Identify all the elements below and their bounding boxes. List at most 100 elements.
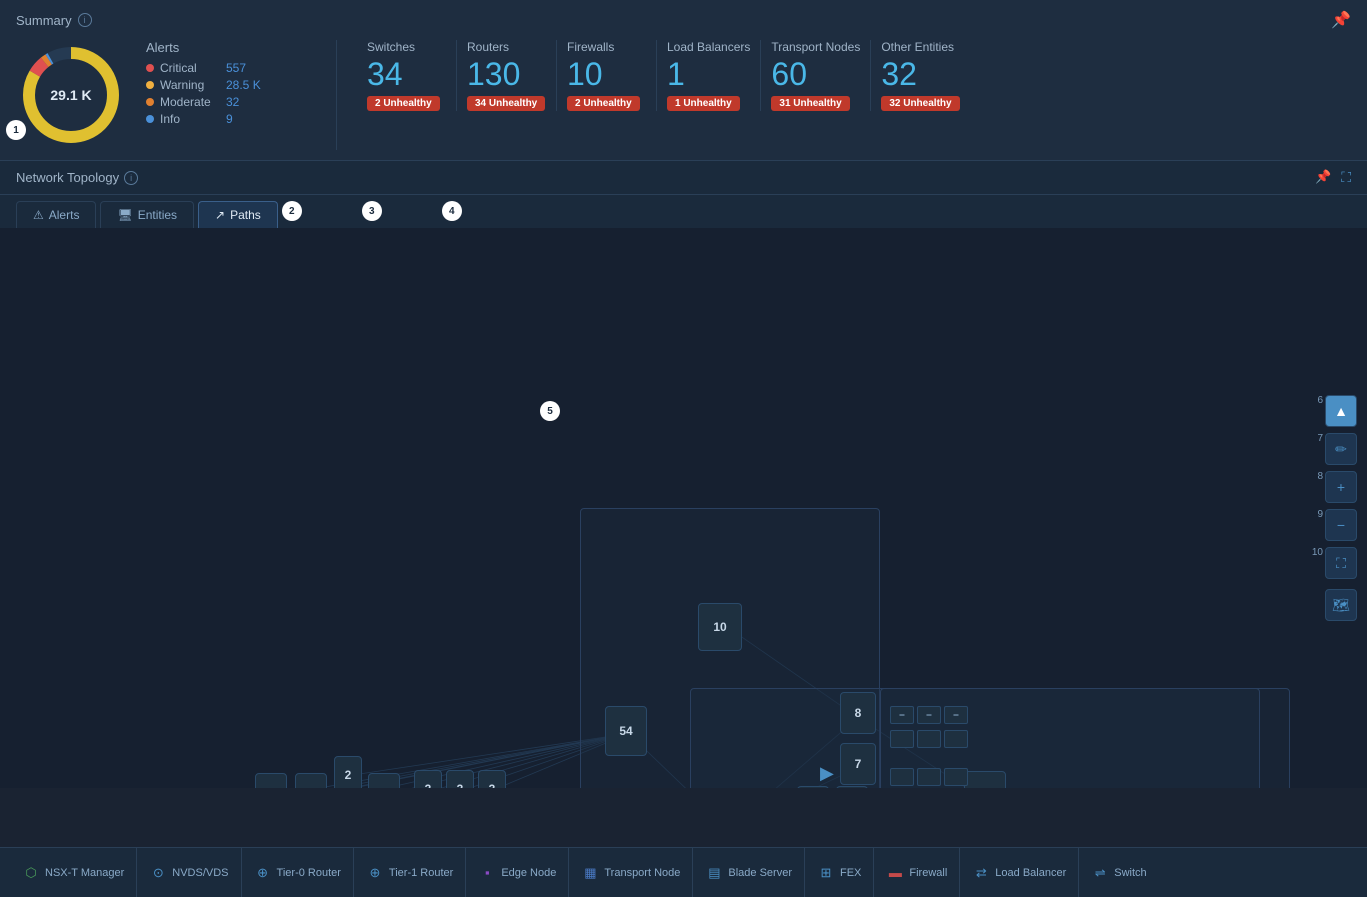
annotation-10: 10	[1307, 547, 1323, 558]
oe-badge: 32 Unhealthy	[881, 96, 959, 111]
toolbar-btn-triangle[interactable]: ▲	[1325, 395, 1357, 427]
switch-label: Switch	[1114, 867, 1146, 879]
warning-label: Warning	[160, 78, 220, 92]
tn-number: 60	[771, 58, 807, 90]
alert-moderate-row: Moderate 32	[146, 95, 286, 109]
warning-value: 28.5 K	[226, 78, 261, 92]
summary-header: Summary i 📌	[16, 10, 1351, 30]
legend-nsx-t[interactable]: ⬡ NSX-T Manager	[10, 848, 137, 897]
legend-bar: ⬡ NSX-T Manager ⊙ NVDS/VDS ⊕ Tier-0 Rout…	[0, 847, 1367, 897]
topology-info-icon[interactable]: i	[124, 171, 138, 185]
topology-header-icons: 📌 ⛶	[1315, 169, 1351, 186]
lb-number: 1	[667, 58, 685, 90]
routers-label: Routers	[467, 40, 509, 54]
node-7b[interactable]: 7	[368, 773, 400, 788]
stat-transport-nodes[interactable]: Transport Nodes 60 31 Unhealthy	[761, 40, 871, 111]
load-balancer-label: Load Balancer	[995, 867, 1066, 879]
alerts-tab-icon: ⚠	[33, 208, 44, 222]
toolbar-btn-add[interactable]: +	[1325, 471, 1357, 503]
node-54[interactable]: 54	[605, 706, 647, 756]
fex-icon: ⊞	[817, 864, 835, 882]
paths-tab-icon: ↗	[215, 208, 225, 222]
firewalls-number: 10	[567, 58, 603, 90]
edge-node-icon: ▪	[478, 864, 496, 882]
stat-other-entities[interactable]: Other Entities 32 32 Unhealthy	[871, 40, 971, 111]
nsx-t-label: NSX-T Manager	[45, 867, 124, 879]
annotation-1: 1	[6, 120, 26, 140]
legend-nvds[interactable]: ⊙ NVDS/VDS	[137, 848, 241, 897]
tab-paths[interactable]: ↗ Paths	[198, 201, 278, 228]
firewalls-label: Firewalls	[567, 40, 614, 54]
legend-tier1[interactable]: ⊕ Tier-1 Router	[354, 848, 466, 897]
annotation-3: 3	[362, 201, 382, 221]
summary-section: Summary i 📌 29.1 K 1 Alerts Critical 557	[0, 0, 1367, 161]
legend-transport-node[interactable]: ▦ Transport Node	[569, 848, 693, 897]
blade-server-icon: ▤	[705, 864, 723, 882]
legend-switch[interactable]: ⇌ Switch	[1079, 848, 1158, 897]
toolbar-btn-10-container: 10 ⛶	[1325, 547, 1357, 579]
node-7c[interactable]: 7	[840, 743, 876, 785]
tier1-icon: ⊕	[366, 864, 384, 882]
node-4b[interactable]: 4	[836, 786, 868, 788]
toolbar-btn-minus[interactable]: −	[1325, 509, 1357, 541]
switches-number: 34	[367, 58, 403, 90]
node-3a[interactable]: 3	[414, 770, 442, 788]
node-48[interactable]: 48	[964, 771, 1006, 788]
fex-label: FEX	[840, 867, 861, 879]
tn-badge: 31 Unhealthy	[771, 96, 849, 111]
summary-info-icon[interactable]: i	[78, 13, 92, 27]
topology-map[interactable]: 16 ═══ 11 ═══ 14 ═══ 4 7 2 7 3 3	[0, 228, 1367, 788]
tab-alerts[interactable]: ⚠ Alerts	[16, 201, 96, 228]
alerts-tab-label: Alerts	[49, 208, 80, 222]
lb-badge: 1 Unhealthy	[667, 96, 740, 111]
moderate-value: 32	[226, 95, 239, 109]
stat-switches[interactable]: Switches 34 2 Unhealthy	[357, 40, 457, 111]
stat-firewalls[interactable]: Firewalls 10 2 Unhealthy	[557, 40, 657, 111]
alerts-title: Alerts	[146, 40, 286, 55]
small-icons-row1: ═ ═ ═	[890, 706, 968, 724]
annotation-6: 6	[1307, 395, 1323, 406]
stat-routers[interactable]: Routers 130 34 Unhealthy	[457, 40, 557, 111]
legend-blade-server[interactable]: ▤ Blade Server	[693, 848, 805, 897]
legend-tier0[interactable]: ⊕ Tier-0 Router	[242, 848, 354, 897]
toolbar-btn-map[interactable]: 🗺	[1325, 589, 1357, 621]
node-3b[interactable]: 3	[446, 770, 474, 788]
node-2[interactable]: 2	[334, 756, 362, 788]
topology-title: Network Topology i	[16, 170, 138, 185]
node-4a[interactable]: 4	[255, 773, 287, 788]
moderate-dot	[146, 98, 154, 106]
toolbar-btn-fit[interactable]: ⛶	[1325, 547, 1357, 579]
tier1-label: Tier-1 Router	[389, 867, 453, 879]
stat-load-balancers[interactable]: Load Balancers 1 1 Unhealthy	[657, 40, 761, 111]
toolbar-btn-edit[interactable]: ✏	[1325, 433, 1357, 465]
node-3c[interactable]: 3	[478, 770, 506, 788]
expand-icon[interactable]: ⛶	[1341, 169, 1351, 186]
legend-fex[interactable]: ⊞ FEX	[805, 848, 874, 897]
legend-load-balancer[interactable]: ⇄ Load Balancer	[960, 848, 1079, 897]
annotation-5: 5	[540, 401, 560, 421]
routers-number: 130	[467, 58, 520, 90]
legend-edge-node[interactable]: ▪ Edge Node	[466, 848, 569, 897]
tier0-icon: ⊕	[254, 864, 272, 882]
critical-label: Critical	[160, 61, 220, 75]
tier0-label: Tier-0 Router	[277, 867, 341, 879]
topology-header: Network Topology i 📌 ⛶	[0, 161, 1367, 195]
toolbar-btn-map-container: 🗺	[1325, 589, 1357, 621]
summary-pin-icon[interactable]: 📌	[1331, 10, 1351, 30]
nvds-label: NVDS/VDS	[172, 867, 228, 879]
annotation-2: 2	[282, 201, 302, 221]
legend-firewall[interactable]: ▬ Firewall	[874, 848, 960, 897]
annotation-7: 7	[1307, 433, 1323, 444]
toolbar-btn-7-container: 7 ✏	[1325, 433, 1357, 465]
node-7a[interactable]: 7	[295, 773, 327, 788]
transport-node-label: Transport Node	[604, 867, 680, 879]
switches-badge: 2 Unhealthy	[367, 96, 440, 111]
node-8[interactable]: 8	[840, 692, 876, 734]
summary-content: 29.1 K 1 Alerts Critical 557 Warning 28.…	[16, 40, 1351, 150]
info-value: 9	[226, 112, 233, 126]
tab-entities[interactable]: 🖥 Entities	[100, 201, 194, 228]
node-10[interactable]: 10	[698, 603, 742, 651]
pin-icon[interactable]: 📌	[1315, 169, 1331, 186]
node-5[interactable]: 5	[797, 786, 829, 788]
lb-label: Load Balancers	[667, 40, 750, 54]
